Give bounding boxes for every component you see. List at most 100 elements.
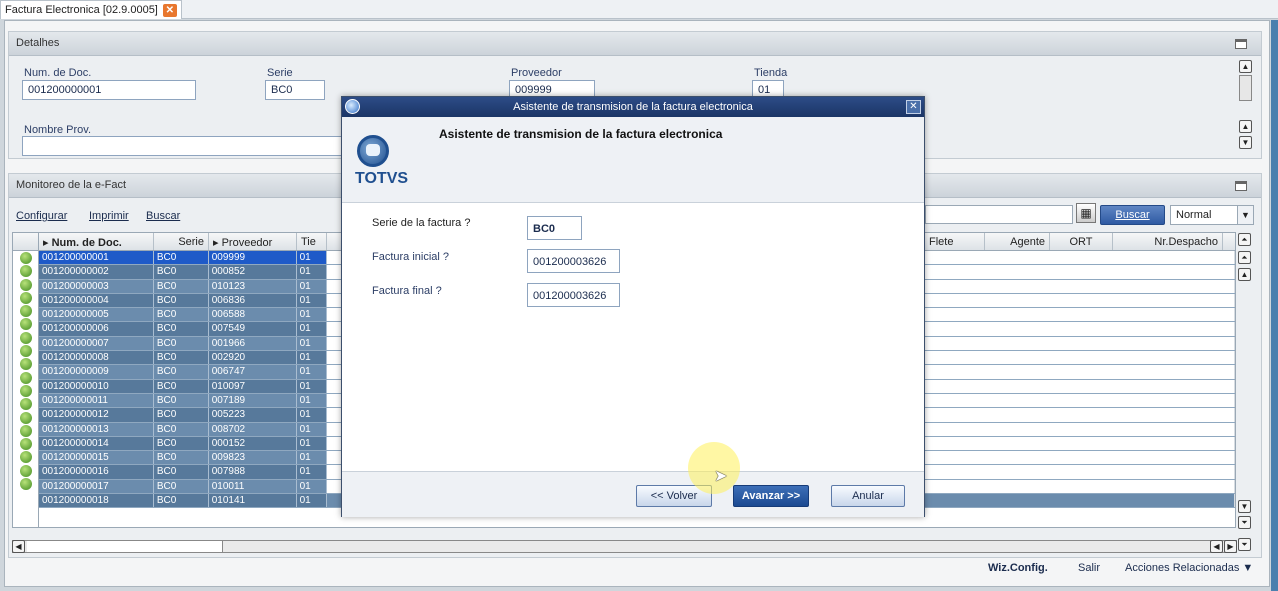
- table-cell: 01: [297, 251, 327, 265]
- factura-inicial-input[interactable]: 001200003626: [527, 249, 620, 273]
- table-cell: BC0: [154, 436, 209, 451]
- link-buscar[interactable]: Buscar: [146, 210, 180, 222]
- status-green-icon: [20, 398, 32, 411]
- table-cell: 009823: [209, 451, 297, 465]
- wiz-config-button[interactable]: Wiz.Config.: [988, 562, 1048, 574]
- table-cell: BC0: [154, 422, 209, 436]
- view-select[interactable]: Normal ▼: [1170, 205, 1254, 225]
- table-cell: 001200000012: [39, 408, 154, 422]
- serie-factura-input[interactable]: BC0: [527, 216, 582, 240]
- table-cell: BC0: [154, 279, 209, 293]
- scroll-end-icon[interactable]: ⏷: [1238, 538, 1251, 551]
- scroll-right-icon[interactable]: ▶: [1224, 540, 1237, 553]
- chevron-down-icon[interactable]: ▼: [1237, 205, 1254, 225]
- status-green-icon: [20, 318, 32, 331]
- table-cell: 001200000015: [39, 451, 154, 465]
- table-cell: 01: [297, 322, 327, 336]
- horizontal-scrollbar[interactable]: ◀ ◀ ▶: [12, 540, 1237, 553]
- col-header-flete[interactable]: Flete: [925, 233, 985, 250]
- col-header-ort[interactable]: ORT: [1050, 233, 1113, 250]
- status-green-icon: [20, 371, 32, 384]
- status-green-icon: [20, 345, 32, 358]
- table-cell: BC0: [154, 251, 209, 265]
- close-icon-dialog[interactable]: ✕: [906, 100, 921, 114]
- table-cell: 001200000004: [39, 293, 154, 308]
- search-button[interactable]: Buscar: [1100, 205, 1165, 225]
- scrollbar-thumb[interactable]: [27, 541, 223, 552]
- close-icon[interactable]: ✕: [162, 4, 177, 17]
- scrollbar-track[interactable]: [1239, 75, 1252, 101]
- dialog-heading: Asistente de transmision de la factura e…: [439, 127, 723, 141]
- avanzar-button[interactable]: Avanzar >>: [733, 485, 809, 507]
- acciones-relacionadas-button[interactable]: Acciones Relacionadas ▼: [1125, 562, 1253, 574]
- scroll-up-icon-4[interactable]: ▲: [1238, 268, 1251, 281]
- table-cell: 01: [297, 351, 327, 365]
- col-header-num-doc[interactable]: ▸ Num. de Doc.: [39, 233, 154, 250]
- calendar-icon[interactable]: ▦: [1076, 203, 1096, 223]
- table-cell: 006836: [209, 293, 297, 308]
- scroll-down-icon-2[interactable]: ▼: [1238, 500, 1251, 513]
- status-green-icon: [20, 411, 32, 424]
- link-imprimir[interactable]: Imprimir: [89, 210, 129, 222]
- table-cell: BC0: [154, 365, 209, 379]
- anular-button[interactable]: Anular: [831, 485, 905, 507]
- table-cell: 001200000011: [39, 393, 154, 408]
- table-cell: 000152: [209, 436, 297, 451]
- detalhes-title: Detalhes: [16, 37, 60, 49]
- tab-title: Factura Electronica [02.9.0005]: [5, 4, 158, 16]
- link-configurar[interactable]: Configurar: [16, 210, 67, 222]
- serie-field[interactable]: BC0: [265, 80, 325, 100]
- table-cell: 01: [297, 479, 327, 494]
- col-header-nr-despacho[interactable]: Nr.Despacho: [1113, 233, 1223, 250]
- table-cell: 001200000016: [39, 465, 154, 479]
- nombre-prov-label: Nombre Prov.: [24, 124, 92, 136]
- table-cell: 01: [297, 279, 327, 293]
- table-cell: 001200000010: [39, 379, 154, 393]
- nombre-prov-field[interactable]: [22, 136, 342, 156]
- monitor-title: Monitoreo de la e-Fact: [16, 179, 127, 191]
- salir-button[interactable]: Salir: [1078, 562, 1100, 574]
- scroll-down-icon[interactable]: ▼: [1239, 136, 1252, 149]
- search-input[interactable]: [925, 205, 1073, 224]
- col-header-proveedor[interactable]: ▸ Proveedor: [209, 233, 297, 250]
- table-cell: 01: [297, 436, 327, 451]
- serie-label: Serie: [267, 67, 293, 79]
- scroll-up-icon-2[interactable]: ▲: [1239, 120, 1252, 133]
- tab-bar: Factura Electronica [02.9.0005] ✕: [0, 0, 1278, 19]
- table-cell: BC0: [154, 465, 209, 479]
- table-cell: 001200000006: [39, 322, 154, 336]
- table-cell: BC0: [154, 379, 209, 393]
- scroll-left-icon-2[interactable]: ◀: [1210, 540, 1223, 553]
- mouse-pointer-icon: ➤: [714, 468, 728, 485]
- minimize-icon-2[interactable]: [1235, 181, 1247, 191]
- table-cell: 010123: [209, 279, 297, 293]
- col-header-tienda[interactable]: Tie: [297, 233, 327, 250]
- scroll-up-icon[interactable]: ▲: [1239, 60, 1252, 73]
- scroll-top-icon[interactable]: ⏶: [1238, 233, 1251, 246]
- factura-final-input[interactable]: 001200003626: [527, 283, 620, 307]
- col-header-agente[interactable]: Agente: [985, 233, 1050, 250]
- num-doc-field[interactable]: 001200000001: [22, 80, 196, 100]
- table-cell: 001200000014: [39, 436, 154, 451]
- table-cell: 001200000002: [39, 265, 154, 279]
- table-cell: 005223: [209, 408, 297, 422]
- minimize-icon[interactable]: [1235, 39, 1247, 49]
- factura-inicial-label: Factura inicial ?: [372, 251, 450, 263]
- col-header-serie[interactable]: Serie: [154, 233, 209, 250]
- table-cell: 001200000003: [39, 279, 154, 293]
- scroll-left-icon[interactable]: ◀: [12, 540, 25, 553]
- table-cell: 01: [297, 308, 327, 322]
- scroll-up-icon-3[interactable]: ⏶: [1238, 251, 1251, 264]
- tab-factura-electronica[interactable]: Factura Electronica [02.9.0005] ✕: [0, 0, 182, 19]
- table-cell: 001200000005: [39, 308, 154, 322]
- detalhes-header: Detalhes: [9, 32, 1261, 56]
- table-cell: 007988: [209, 465, 297, 479]
- num-doc-label: Num. de Doc.: [24, 67, 92, 79]
- status-green-icon: [20, 478, 32, 491]
- tienda-label: Tienda: [754, 67, 788, 79]
- status-green-icon: [20, 265, 32, 278]
- table-cell: BC0: [154, 308, 209, 322]
- status-green-icon: [20, 438, 32, 451]
- table-cell: 008702: [209, 422, 297, 436]
- scroll-bottom-icon[interactable]: ⏷: [1238, 516, 1251, 529]
